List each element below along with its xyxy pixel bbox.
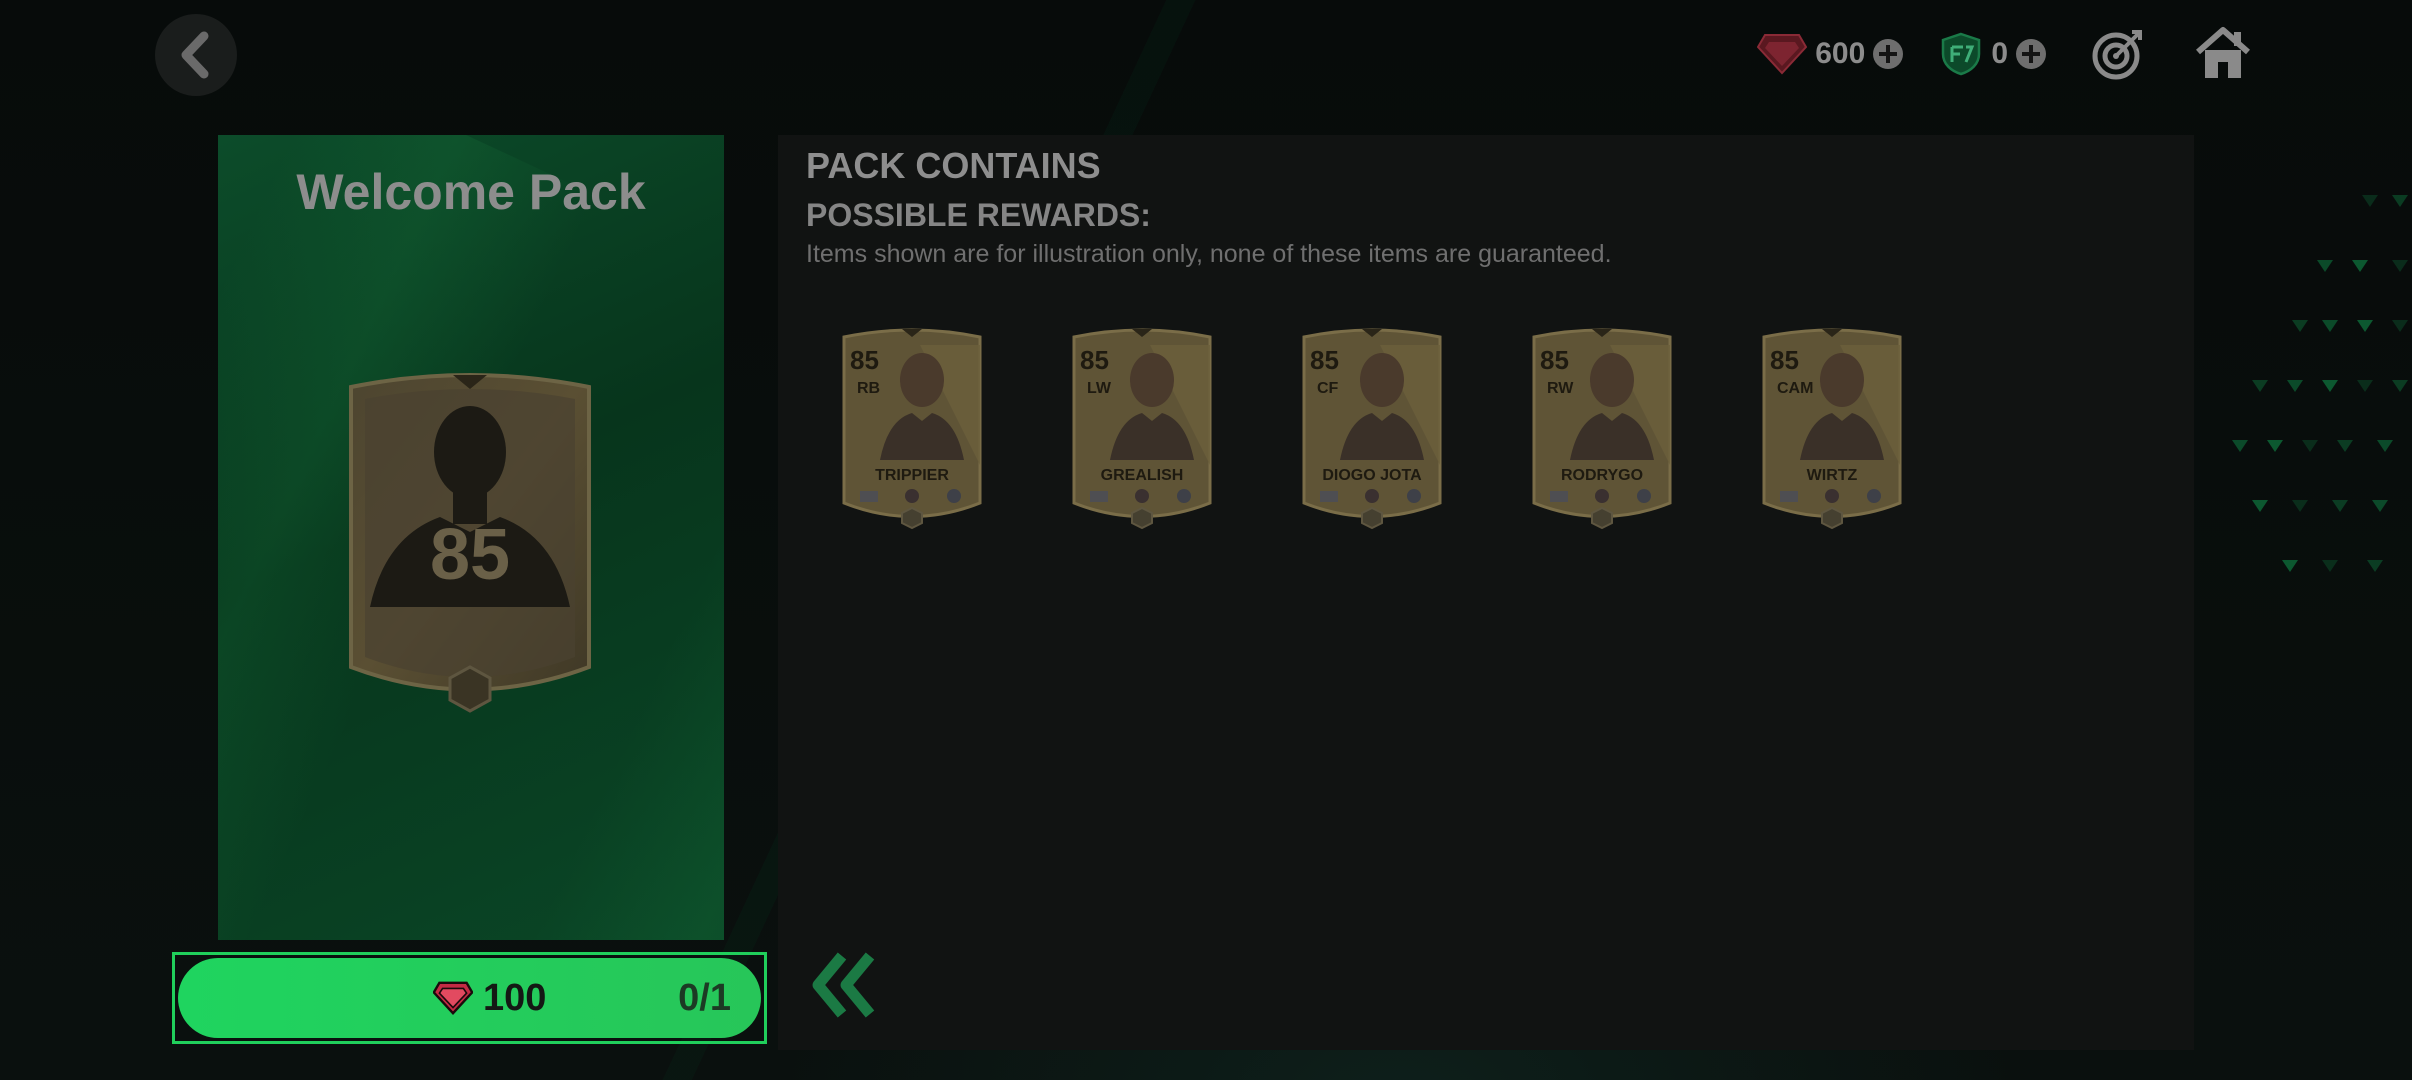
decor-triangle <box>2392 380 2408 392</box>
decor-triangle <box>2252 380 2268 392</box>
price-tag: 100 <box>433 958 546 1038</box>
league-icon <box>905 489 919 503</box>
pack-contains-heading: PACK CONTAINS <box>806 145 1101 186</box>
pack-preview-panel: Welcome Pack 85 <box>218 135 724 940</box>
club-badge-icon <box>1637 489 1651 503</box>
decor-triangle <box>2292 500 2308 512</box>
add-coins-plus-icon[interactable] <box>2016 39 2046 69</box>
club-badge-icon <box>1867 489 1881 503</box>
club-badge-icon <box>1407 489 1421 503</box>
chevron-left-icon <box>181 31 209 79</box>
hexagon-badge-icon <box>1131 506 1153 530</box>
buy-pack-button-body[interactable]: 100 0/1 <box>178 958 761 1038</box>
card-position: CF <box>1317 380 1339 397</box>
top-bar: 600 0 <box>1757 22 2252 86</box>
card-rating: 85 <box>1080 345 1109 375</box>
coins-balance: 0 <box>1939 32 2046 76</box>
nation-flag-icon <box>860 491 878 502</box>
reward-card-trippier[interactable]: 85 RB TRIPPIER <box>840 325 984 535</box>
hexagon-badge-icon <box>901 506 923 530</box>
decor-triangle <box>2282 560 2298 572</box>
nation-flag-icon <box>1320 491 1338 502</box>
reward-card-rodrygo[interactable]: 85 RW RODRYGO <box>1530 325 1674 535</box>
add-gems-plus-icon[interactable] <box>1873 39 1904 69</box>
league-icon <box>1825 489 1839 503</box>
decor-triangle <box>2317 260 2333 272</box>
gems-value: 600 <box>1815 37 1866 70</box>
decor-triangle <box>2287 380 2303 392</box>
card-rating: 85 <box>1310 345 1339 375</box>
nation-flag-icon <box>1090 491 1108 502</box>
hexagon-badge-icon <box>1591 506 1613 530</box>
target-icon[interactable] <box>2090 26 2146 82</box>
double-chevron-left-icon[interactable] <box>808 950 878 1020</box>
decor-triangle <box>2322 560 2338 572</box>
possible-rewards-heading: POSSIBLE REWARDS: <box>806 197 1151 233</box>
background-triangles <box>2192 180 2412 630</box>
league-icon <box>1595 489 1609 503</box>
red-gem-icon <box>1757 34 1808 75</box>
league-icon <box>1365 489 1379 503</box>
decor-triangle <box>2372 500 2388 512</box>
reward-card-wirtz[interactable]: 85 CAM WIRTZ <box>1760 325 1904 535</box>
card-rating: 85 <box>1770 345 1799 375</box>
club-badge-icon <box>1177 489 1191 503</box>
card-position: RW <box>1547 380 1574 397</box>
card-player-name: GREALISH <box>1101 467 1184 484</box>
decor-triangle <box>2322 320 2338 332</box>
reward-card-grealish[interactable]: 85 LW GREALISH <box>1070 325 1214 535</box>
nation-flag-icon <box>1780 491 1798 502</box>
reward-card-diogo-jota[interactable]: 85 CF DIOGO JOTA <box>1300 325 1444 535</box>
decor-triangle <box>2377 440 2393 452</box>
decor-triangle <box>2252 500 2268 512</box>
decor-triangle <box>2267 440 2283 452</box>
decor-triangle <box>2357 380 2373 392</box>
pack-card-placeholder: 85 <box>349 373 591 713</box>
card-position: RB <box>857 380 880 397</box>
card-player-name: RODRYGO <box>1561 467 1643 484</box>
pack-contents-panel: PACK CONTAINS POSSIBLE REWARDS: Items sh… <box>778 135 2194 1050</box>
decor-triangle <box>2332 500 2348 512</box>
nation-flag-icon <box>1550 491 1568 502</box>
hexagon-badge-icon <box>448 665 492 713</box>
decor-triangle <box>2392 260 2408 272</box>
decor-triangle <box>2337 440 2353 452</box>
decor-triangle <box>2357 320 2373 332</box>
card-position: CAM <box>1777 380 1813 397</box>
decor-triangle <box>2367 560 2383 572</box>
card-rating: 85 <box>850 345 879 375</box>
card-rating: 85 <box>1540 345 1569 375</box>
decor-triangle <box>2322 380 2338 392</box>
coins-value: 0 <box>1991 37 2008 70</box>
purchase-count: 0/1 <box>678 976 731 1019</box>
price-value: 100 <box>483 976 547 1019</box>
decor-triangle <box>2392 320 2408 332</box>
decor-triangle <box>2392 195 2408 207</box>
club-badge-icon <box>947 489 961 503</box>
home-icon[interactable] <box>2194 26 2252 82</box>
pack-title: Welcome Pack <box>296 164 646 220</box>
card-player-name: WIRTZ <box>1807 467 1858 484</box>
card-player-name: TRIPPIER <box>875 467 949 484</box>
buy-pack-button[interactable]: 100 0/1 <box>172 952 767 1044</box>
decor-triangle <box>2232 440 2248 452</box>
hexagon-badge-icon <box>1361 506 1383 530</box>
decor-triangle <box>2362 195 2378 207</box>
decor-triangle <box>2302 440 2318 452</box>
back-button[interactable] <box>155 14 237 96</box>
card-position: LW <box>1087 380 1112 397</box>
fc-shield-coin-icon <box>1942 32 1981 76</box>
decor-triangle <box>2292 320 2308 332</box>
league-icon <box>1135 489 1149 503</box>
red-gem-icon <box>433 981 473 1015</box>
card-player-name: DIOGO JOTA <box>1322 467 1422 484</box>
gems-balance: 600 <box>1757 33 1904 75</box>
pack-card-rating: 85 <box>430 515 510 595</box>
rewards-disclaimer: Items shown are for illustration only, n… <box>806 240 1612 268</box>
hexagon-badge-icon <box>1821 506 1843 530</box>
decor-triangle <box>2352 260 2368 272</box>
